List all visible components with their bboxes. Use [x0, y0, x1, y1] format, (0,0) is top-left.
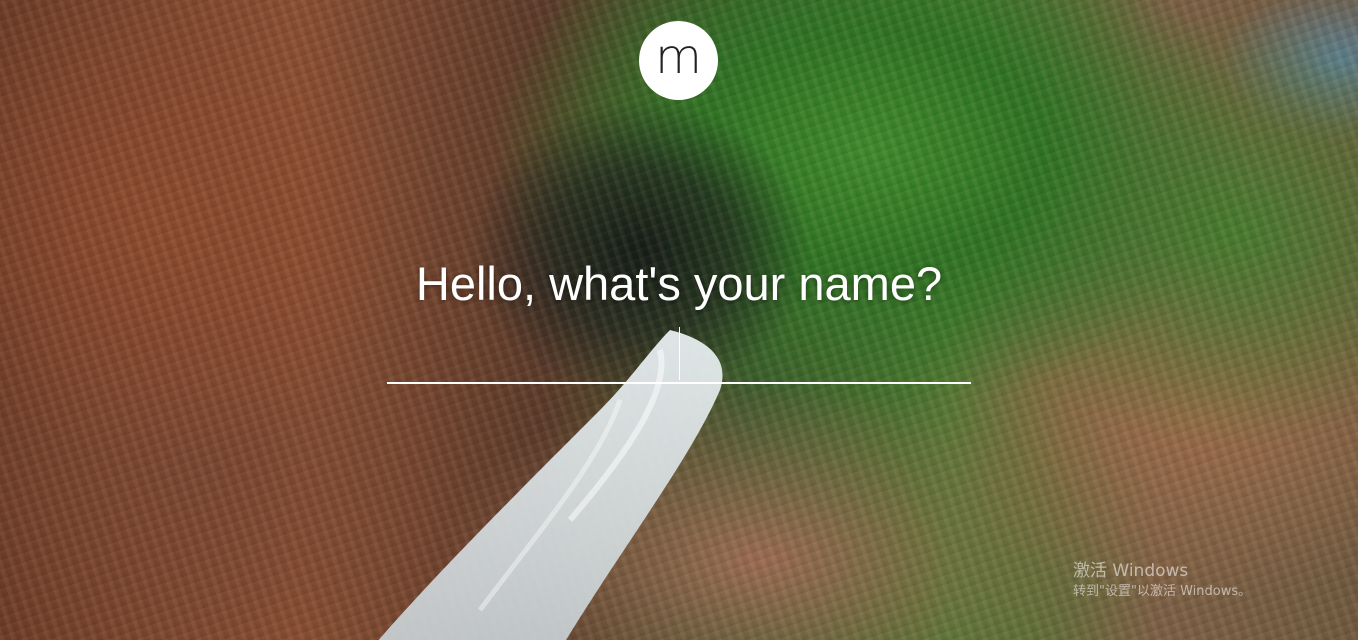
watermark-title: 激活 Windows [1073, 561, 1189, 581]
watermark-subtitle: 转到"设置"以激活 Windows。 [1073, 584, 1252, 599]
windows-activation-watermark: 激活 Windows 转到"设置"以激活 Windows。 [1073, 560, 1251, 602]
background-photo: m Hello, what's your name? 激活 Windows 转到… [0, 0, 1358, 640]
momentum-logo-button[interactable]: m [639, 21, 718, 100]
name-question-heading: Hello, what's your name? [415, 257, 943, 310]
text-caret [679, 327, 680, 380]
logo-glyph: m [655, 28, 702, 85]
